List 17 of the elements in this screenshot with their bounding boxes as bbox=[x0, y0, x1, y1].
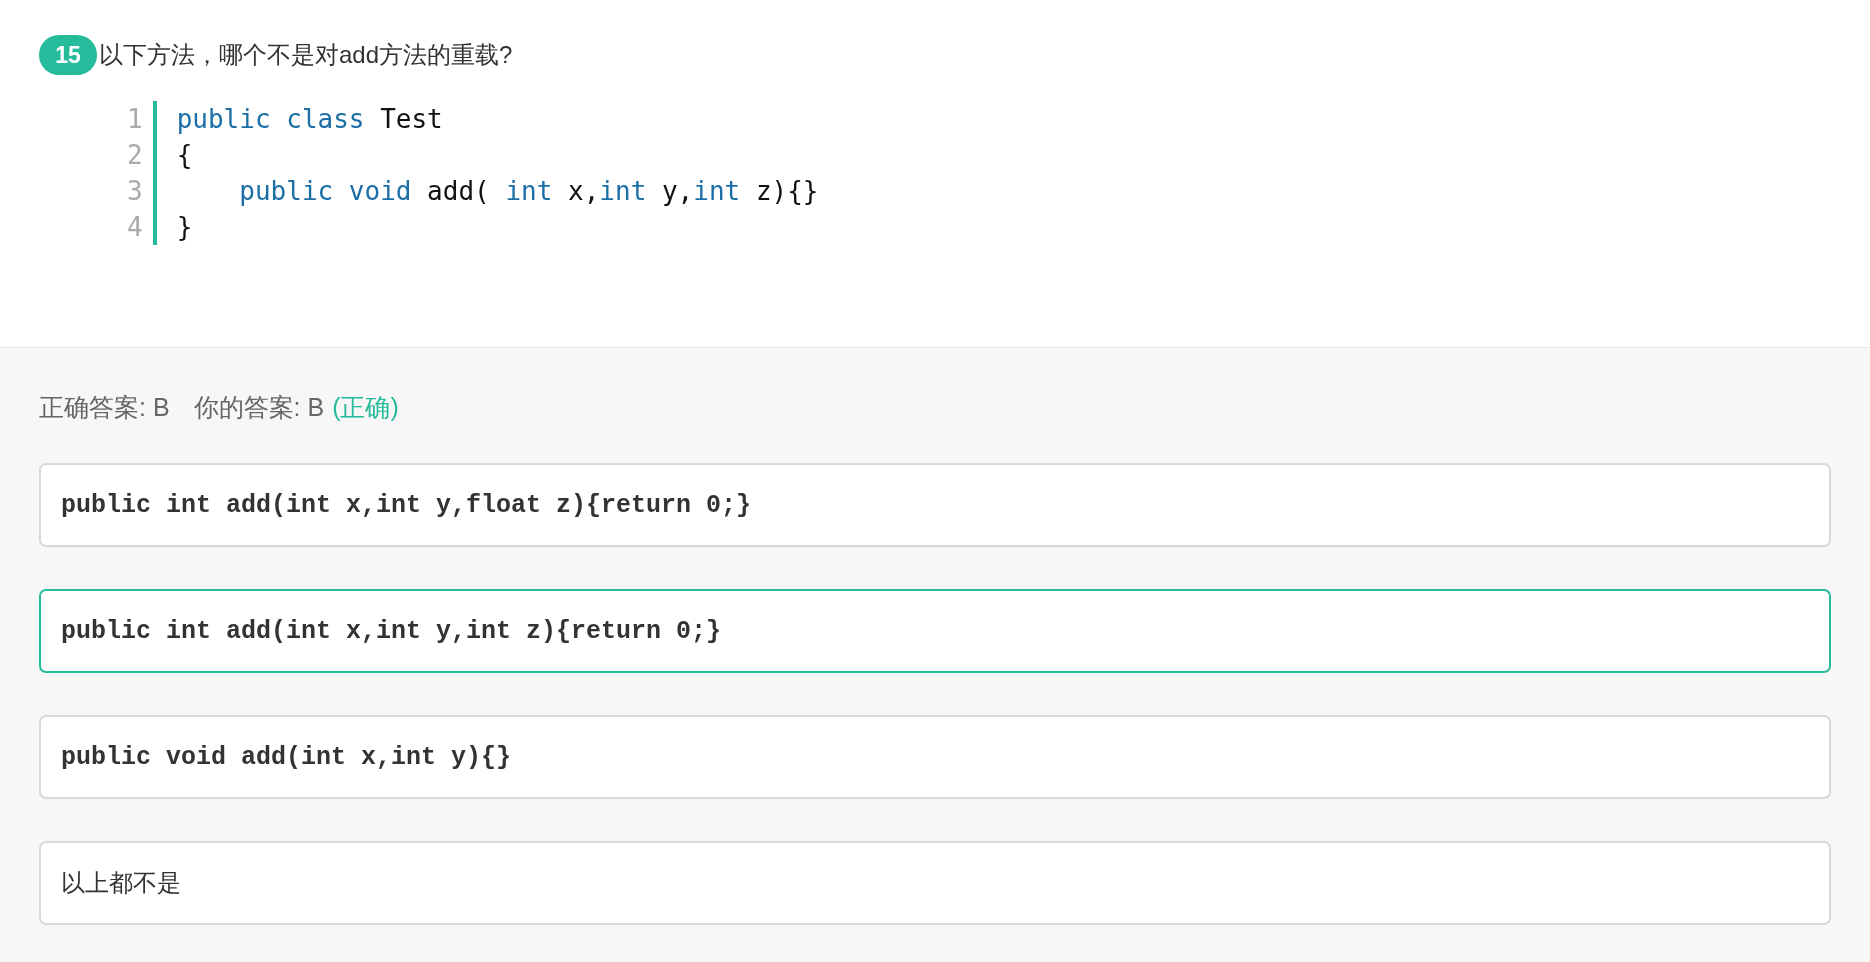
code-line: { bbox=[176, 139, 194, 172]
your-answer: 你的答案: B bbox=[193, 392, 325, 423]
line-number: 1 bbox=[127, 103, 143, 136]
code-line: public void add( int x,int y,int z){} bbox=[238, 175, 819, 208]
answer-option[interactable]: public int add(int x,int y,float z){return 0;} bbox=[39, 463, 1831, 547]
verdict: (正确) bbox=[332, 392, 399, 423]
line-number: 3 bbox=[127, 175, 143, 208]
question-text: 以下方法，哪个不是对add方法的重载? bbox=[99, 40, 513, 70]
code-line: public class Test bbox=[176, 103, 444, 136]
answer-option[interactable]: public void add(int x,int y){} bbox=[39, 715, 1831, 799]
question-number: 15 bbox=[39, 35, 97, 75]
code-line: } bbox=[176, 211, 194, 244]
line-number: 2 bbox=[127, 139, 143, 172]
answer-option[interactable]: public int add(int x,int y,int z){return 0;} bbox=[39, 589, 1831, 673]
line-number: 4 bbox=[127, 211, 143, 244]
correct-answer: 正确答案: B bbox=[39, 392, 170, 423]
answer-option[interactable]: 以上都不是 bbox=[39, 841, 1831, 925]
